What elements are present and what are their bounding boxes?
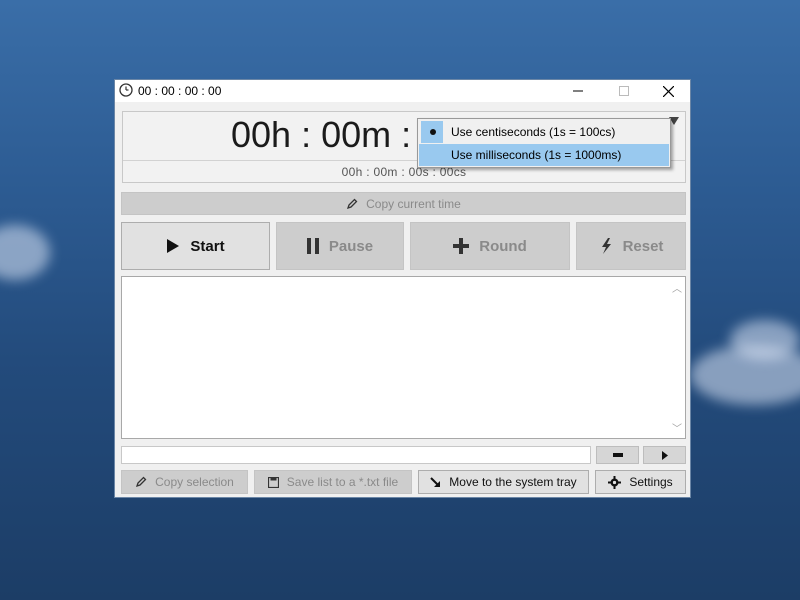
pause-icon (306, 238, 319, 254)
reset-label: Reset (622, 237, 664, 255)
settings-label: Settings (629, 475, 673, 489)
plus-icon (453, 238, 470, 254)
menu-item-label: Use centiseconds (1s = 100cs) (451, 125, 616, 139)
list-scrollbar[interactable]: ︿ ﹀ (668, 277, 685, 438)
copy-selection-label: Copy selection (155, 475, 234, 489)
lightning-icon (601, 238, 611, 254)
save-list-button[interactable]: Save list to a *.txt file (254, 470, 412, 494)
round-label: Round (479, 237, 527, 255)
maximize-button[interactable] (601, 80, 647, 102)
minimize-icon (573, 90, 583, 92)
background-cloud (0, 225, 50, 280)
pause-label: Pause (328, 237, 374, 255)
selected-gutter (421, 121, 443, 143)
close-button[interactable] (645, 80, 691, 102)
scroll-down-icon[interactable]: ﹀ (672, 420, 682, 435)
save-list-label: Save list to a *.txt file (286, 475, 399, 489)
precision-menu: Use centiseconds (1s = 100cs) Use millis… (417, 118, 671, 168)
window-title: 00 : 00 : 00 : 00 (138, 84, 222, 98)
play-icon (167, 239, 180, 253)
menu-item-label: Use milliseconds (1s = 1000ms) (451, 148, 622, 162)
copy-selection-button[interactable]: Copy selection (121, 470, 248, 494)
scroll-up-icon[interactable]: ︿ (672, 280, 682, 295)
pencil-icon (347, 198, 358, 209)
menu-item-centiseconds[interactable]: Use centiseconds (1s = 100cs) (419, 121, 669, 143)
round-name-input[interactable] (121, 446, 591, 464)
menu-item-milliseconds[interactable]: Use milliseconds (1s = 1000ms) (419, 144, 669, 166)
close-icon (662, 85, 674, 97)
system-tray-button[interactable]: Move to the system tray (418, 470, 589, 494)
minus-icon (612, 453, 623, 457)
reset-button[interactable]: Reset (576, 222, 686, 270)
settings-button[interactable]: Settings (595, 470, 686, 494)
pencil-icon (136, 476, 147, 488)
copy-current-time-label: Copy current time (366, 196, 461, 211)
stopwatch-window: 00 : 00 : 00 : 00 00h : 00m : 00s 00h : … (114, 79, 691, 498)
system-tray-label: Move to the system tray (449, 475, 577, 489)
gear-icon (608, 475, 622, 489)
start-label: Start (190, 237, 225, 255)
play-small-icon (661, 450, 668, 460)
minimize-button[interactable] (555, 80, 601, 102)
start-button[interactable]: Start (121, 222, 270, 270)
background-cloud (730, 320, 800, 360)
pause-button[interactable]: Pause (276, 222, 404, 270)
maximize-icon (619, 86, 629, 96)
save-icon (267, 476, 279, 488)
round-button[interactable]: Round (410, 222, 570, 270)
remove-button[interactable] (596, 446, 639, 464)
rounds-list[interactable]: ︿ ﹀ (121, 276, 686, 439)
title-bar[interactable]: 00 : 00 : 00 : 00 (115, 80, 690, 102)
arrow-down-right-icon (430, 476, 441, 487)
selected-dot-icon (430, 129, 436, 135)
next-button[interactable] (643, 446, 686, 464)
clock-icon[interactable] (119, 83, 133, 97)
copy-current-time-button[interactable]: Copy current time (121, 192, 686, 215)
